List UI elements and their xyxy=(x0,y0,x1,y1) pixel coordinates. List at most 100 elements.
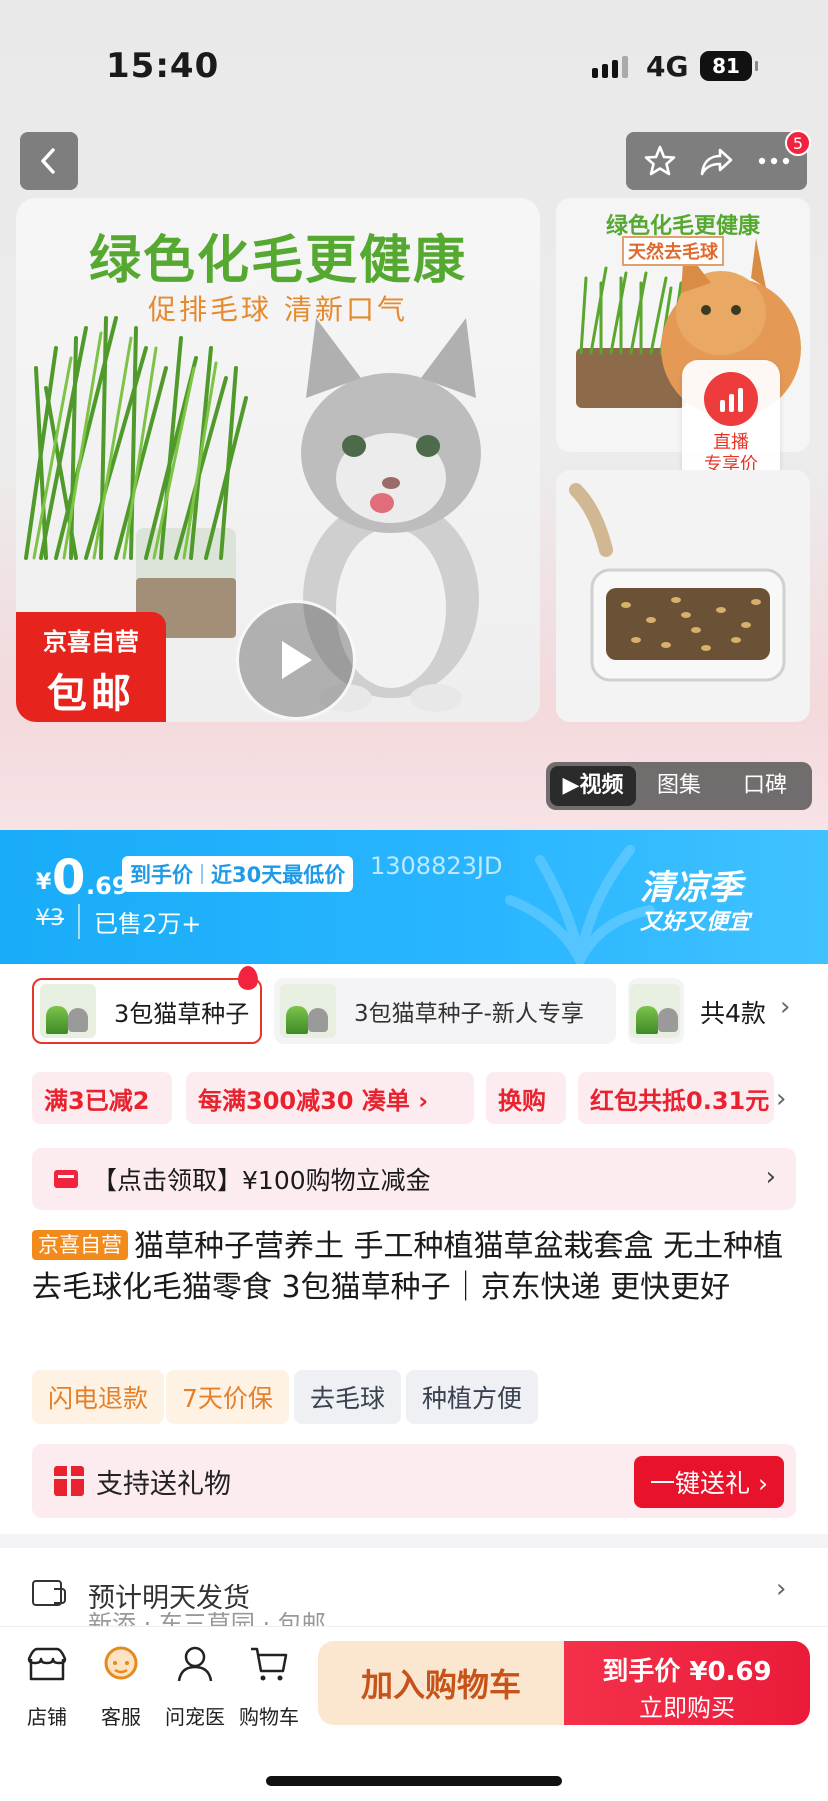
gift-bar: 支持送礼物 一键送礼 › xyxy=(32,1444,796,1518)
price-currency: ¥ xyxy=(36,870,52,895)
badge-free-shipping: 包邮 xyxy=(47,671,135,717)
cart-icon xyxy=(251,1647,288,1681)
cart-button[interactable]: 购物车 xyxy=(232,1645,306,1730)
status-bar: 15:40 4G 81 xyxy=(0,0,828,120)
pet-doctor-button[interactable]: 问宠医 xyxy=(158,1645,232,1730)
buy-price-label: 到手价 ¥0.69 xyxy=(602,1657,772,1687)
nav-actions xyxy=(626,132,807,190)
battery-icon: 81 xyxy=(700,51,758,81)
self-operated-badge: 京喜自营 包邮 xyxy=(16,612,166,722)
gift-text: 支持送礼物 xyxy=(96,1469,231,1500)
service-tags: 闪电退款 7天价保 去毛球 种植方便 xyxy=(32,1370,812,1424)
lowest-price-label: 近30天最低价 xyxy=(211,863,346,887)
tab-gallery[interactable]: 图集 xyxy=(636,766,722,806)
product-title-text: 猫草种子营养土 手工种植猫草盆栽套盒 无土种植去毛球化毛猫零食 3包猫草种子｜京… xyxy=(32,1229,784,1305)
promo-discount[interactable]: 满3已减2 xyxy=(32,1072,172,1124)
main-product-image[interactable]: 绿色化毛更健康 促排毛球 清新口气 京喜自营 包邮 xyxy=(16,198,540,722)
original-price: ¥3 xyxy=(36,906,64,931)
tab-video[interactable]: ▶视频 xyxy=(550,766,636,806)
sku-option-3[interactable] xyxy=(628,978,684,1044)
sku-count[interactable]: 共4款 xyxy=(700,994,766,1030)
message-badge: 5 xyxy=(785,130,811,156)
season-subtitle: 又好又便宜 xyxy=(640,910,751,935)
sku-selector: 3包猫草种子 3包猫草种子-新人专享 共4款 › xyxy=(0,966,828,1048)
final-price-label: 到手价 xyxy=(130,863,193,887)
more-icon[interactable] xyxy=(757,156,791,166)
doctor-icon xyxy=(177,1646,213,1682)
share-icon[interactable] xyxy=(698,144,736,178)
product-gallery[interactable]: 15:40 4G 81 5 绿色化毛更健康 促排毛球 清新口气 京喜自营 包邮 … xyxy=(0,0,828,830)
chevron-right-icon[interactable]: › xyxy=(780,992,790,1022)
tag-price-protection[interactable]: 7天价保 xyxy=(166,1370,289,1424)
media-tabs: ▶视频 图集 口碑 xyxy=(546,762,812,810)
card-icon xyxy=(54,1170,78,1188)
shipping-subtext: 新添 · 东三草园 · 包邮 xyxy=(88,1612,326,1626)
play-video-button[interactable] xyxy=(236,600,356,720)
price-integer: 0 xyxy=(52,850,86,906)
price-banner: ¥ 0 .69 到手价 近30天最低价 1308823JD ¥3 已售2万+ 清… xyxy=(0,830,828,964)
promo-red-packet[interactable]: 红包共抵0.31元 xyxy=(578,1072,774,1124)
badge-store-label: 京喜自营 xyxy=(43,628,139,656)
coupon-text: 【点击领取】¥100购物立减金 xyxy=(92,1161,431,1197)
chevron-right-icon: › xyxy=(765,1162,776,1192)
thumbnail-image-2[interactable] xyxy=(556,470,810,722)
product-title: 京喜自营 猫草种子营养土 手工种植猫草盆栽套盒 无土种植去毛球化毛猫零食 3包猫草… xyxy=(32,1226,802,1308)
price-label-tag: 到手价 近30天最低价 xyxy=(122,856,354,892)
tag-hairball[interactable]: 去毛球 xyxy=(294,1370,402,1424)
sku-option-1[interactable]: 3包猫草种子 xyxy=(32,978,262,1044)
store-icon xyxy=(27,1647,67,1681)
promo-exchange[interactable]: 换购 xyxy=(486,1072,566,1124)
truck-icon xyxy=(32,1580,66,1606)
palm-leaf-decoration xyxy=(505,845,655,964)
sku-label: 3包猫草种子 xyxy=(114,999,250,1028)
product-code: 1308823JD xyxy=(370,852,503,880)
signal-icon xyxy=(592,56,628,78)
hot-flame-icon xyxy=(238,966,258,990)
seed-tray-illustration xyxy=(569,483,786,682)
sku-option-2[interactable]: 3包猫草种子-新人专享 xyxy=(274,978,616,1044)
add-to-cart-button[interactable]: 加入购物车 xyxy=(318,1641,564,1725)
send-gift-button[interactable]: 一键送礼 › xyxy=(634,1456,784,1508)
gift-icon xyxy=(54,1466,84,1496)
promo-full-reduction[interactable]: 每满300减30 凑单 › xyxy=(186,1072,474,1124)
store-label: 店铺 xyxy=(27,1705,67,1729)
store-button[interactable]: 店铺 xyxy=(10,1645,84,1730)
self-operated-tag: 京喜自营 xyxy=(32,1230,128,1260)
thumbnail-tag: 天然去毛球 xyxy=(622,236,724,266)
network-label: 4G xyxy=(646,50,689,83)
live-price-card[interactable]: 直播 专享价 xyxy=(682,360,780,488)
coupon-bar[interactable]: 【点击领取】¥100购物立减金 › xyxy=(32,1148,796,1210)
bottom-action-bar: 店铺 客服 问宠医 购物车 加入购物车 到手价 ¥0.69 立即购买 xyxy=(0,1626,828,1801)
shipping-text: 预计明天发货 xyxy=(88,1583,250,1614)
tag-separator xyxy=(201,864,203,884)
tag-easy-planting[interactable]: 种植方便 xyxy=(406,1370,539,1424)
sold-count: 已售2万+ xyxy=(78,904,201,939)
tag-fast-refund[interactable]: 闪电退款 xyxy=(32,1370,165,1424)
sku-label: 3包猫草种子-新人专享 xyxy=(354,1001,584,1027)
play-icon xyxy=(282,641,312,679)
buy-now-label: 立即购买 xyxy=(639,1694,735,1722)
chevron-right-icon[interactable]: › xyxy=(776,1084,786,1114)
section-divider xyxy=(0,1534,828,1548)
tab-reviews[interactable]: 口碑 xyxy=(722,766,808,806)
cart-label: 购物车 xyxy=(239,1705,299,1729)
coupon-amount: ¥100购物立减金 xyxy=(242,1166,431,1195)
home-indicator[interactable] xyxy=(266,1776,562,1786)
sku-thumbnail xyxy=(280,984,336,1038)
pet-doctor-label: 问宠医 xyxy=(165,1705,225,1729)
coupon-action: 【点击领取】 xyxy=(92,1166,243,1195)
live-label: 直播 xyxy=(713,432,749,453)
season-title: 清凉季 xyxy=(640,868,742,908)
star-icon[interactable] xyxy=(642,143,678,179)
chevron-right-icon: › xyxy=(776,1574,787,1604)
buy-now-button[interactable]: 到手价 ¥0.69 立即购买 xyxy=(564,1641,810,1725)
chevron-left-icon xyxy=(41,148,55,174)
customer-service-label: 客服 xyxy=(101,1705,141,1729)
customer-service-icon xyxy=(104,1646,138,1680)
status-time: 15:40 xyxy=(106,46,220,86)
back-button[interactable] xyxy=(20,132,78,190)
customer-service-button[interactable]: 客服 xyxy=(84,1645,158,1730)
live-icon xyxy=(704,372,758,426)
promotion-row: 满3已减2 每满300减30 凑单 › 换购 红包共抵0.31元 › xyxy=(0,1072,828,1128)
sku-thumbnail xyxy=(630,984,680,1038)
